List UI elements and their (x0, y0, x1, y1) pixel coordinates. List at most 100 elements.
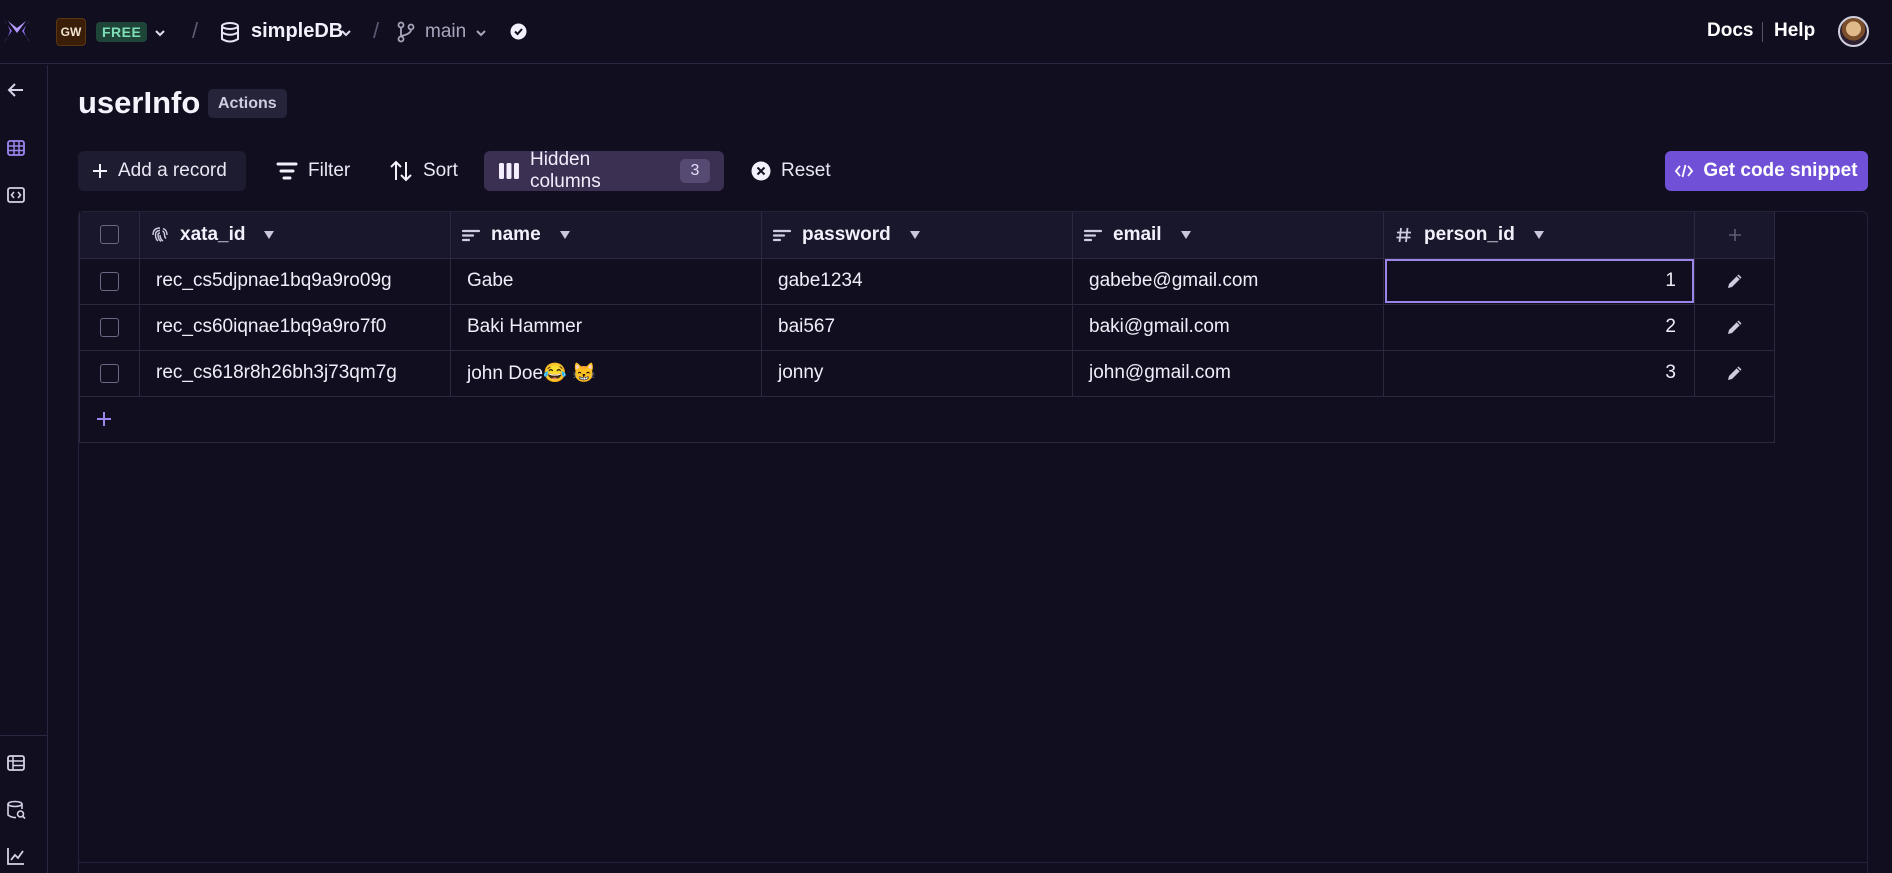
reset-button[interactable]: Reset (737, 151, 845, 191)
cell-email[interactable]: john@gmail.com (1072, 349, 1384, 397)
column-name: person_id (1424, 223, 1515, 245)
row-select-cell[interactable] (79, 257, 140, 305)
filter-icon (276, 162, 298, 180)
row-checkbox[interactable] (100, 363, 119, 383)
hidden-columns-count-badge: 3 (680, 159, 710, 183)
row-edit-cell[interactable] (1694, 257, 1775, 305)
add-row[interactable] (79, 395, 1775, 443)
add-record-button[interactable]: Add a record (78, 151, 246, 191)
schema-icon[interactable] (5, 752, 27, 774)
table-row: rec_cs618r8h26bh3j73qm7g john Doe😂 😸 jon… (79, 349, 1775, 397)
top-bar: GW FREE / simpleDB / main Docs Help (0, 0, 1892, 64)
column-header-name[interactable]: name (450, 212, 762, 259)
sort-button[interactable]: Sort (375, 151, 472, 191)
table-icon[interactable] (5, 137, 27, 159)
cell-name[interactable]: john Doe😂 😸 (450, 349, 762, 397)
sidebar (0, 65, 48, 873)
filter-button[interactable]: Filter (262, 151, 364, 191)
get-code-snippet-button[interactable]: Get code snippet (1665, 151, 1868, 191)
pencil-edit-icon[interactable] (1725, 271, 1745, 291)
cell-person-id-selected[interactable]: 1 (1383, 257, 1695, 305)
column-name: xata_id (180, 223, 246, 245)
table-row: rec_cs5djpnae1bq9a9ro09g Gabe gabe1234 g… (79, 257, 1775, 305)
plus-icon (93, 164, 107, 178)
database-search-icon[interactable] (5, 799, 27, 821)
row-edit-cell[interactable] (1694, 303, 1775, 351)
cell-password[interactable]: gabe1234 (761, 257, 1073, 305)
plan-badge: FREE (96, 22, 148, 42)
caret-down-icon[interactable] (909, 230, 921, 240)
docs-link[interactable]: Docs (1707, 20, 1753, 42)
page-title: userInfo (78, 85, 201, 120)
pencil-edit-icon[interactable] (1725, 363, 1745, 383)
add-record-label: Add a record (118, 160, 227, 181)
row-select-cell[interactable] (79, 349, 140, 397)
pencil-edit-icon[interactable] (1725, 317, 1745, 337)
row-checkbox[interactable] (100, 317, 119, 337)
column-header-xata-id[interactable]: xata_id (139, 212, 451, 259)
code-icon (1675, 164, 1694, 178)
table-header-row: xata_id name password email person_id (79, 212, 1775, 259)
row-edit-cell[interactable] (1694, 349, 1775, 397)
database-icon (221, 22, 239, 43)
hidden-columns-button[interactable]: Hidden columns 3 (484, 149, 724, 192)
chevron-down-icon[interactable] (339, 26, 353, 40)
cell-name[interactable]: Gabe (450, 257, 762, 305)
table-row: rec_cs60iqnae1bq9a9ro7f0 Baki Hammer bai… (79, 303, 1775, 351)
caret-down-icon[interactable] (559, 230, 571, 240)
check-circle-icon (510, 23, 527, 40)
column-header-password[interactable]: password (761, 212, 1073, 259)
grid-scrollbar-track[interactable] (79, 862, 1867, 863)
code-editor-icon[interactable] (5, 184, 27, 206)
cell-email[interactable]: gabebe@gmail.com (1072, 257, 1384, 305)
hidden-columns-label: Hidden columns (529, 149, 601, 192)
cell-person-id[interactable]: 2 (1383, 303, 1695, 351)
caret-down-icon[interactable] (1180, 230, 1192, 240)
workspace-avatar[interactable]: GW (56, 18, 86, 46)
caret-down-icon[interactable] (1533, 230, 1545, 240)
cell-name[interactable]: Baki Hammer (450, 303, 762, 351)
chevron-down-icon[interactable] (153, 26, 167, 40)
reset-label: Reset (781, 160, 831, 181)
cell-xata-id[interactable]: rec_cs618r8h26bh3j73qm7g (139, 349, 451, 397)
text-type-icon (1083, 229, 1103, 241)
branch-selector[interactable]: main (425, 21, 466, 43)
xata-logo-icon[interactable] (2, 16, 32, 46)
column-header-email[interactable]: email (1072, 212, 1384, 259)
chevron-down-icon[interactable] (474, 26, 488, 40)
select-all-cell[interactable] (79, 212, 140, 259)
add-column-plus-icon[interactable] (1728, 228, 1742, 242)
sort-arrows-icon (390, 160, 412, 182)
help-link[interactable]: Help (1774, 20, 1815, 42)
actions-button[interactable]: Actions (208, 89, 287, 118)
breadcrumb-separator: / (192, 18, 199, 43)
chart-icon[interactable] (5, 845, 27, 867)
cell-xata-id[interactable]: rec_cs60iqnae1bq9a9ro7f0 (139, 303, 451, 351)
add-column-cell[interactable] (1694, 212, 1775, 259)
close-circle-icon (751, 161, 771, 181)
back-arrow-icon[interactable] (5, 79, 27, 101)
row-select-cell[interactable] (79, 303, 140, 351)
cell-email[interactable]: baki@gmail.com (1072, 303, 1384, 351)
add-row-cell[interactable] (79, 395, 1775, 443)
row-checkbox[interactable] (100, 271, 119, 291)
hash-icon (1396, 227, 1411, 242)
text-type-icon (461, 229, 481, 241)
get-code-snippet-label: Get code snippet (1703, 160, 1858, 181)
cell-password[interactable]: bai567 (761, 303, 1073, 351)
select-all-checkbox[interactable] (100, 225, 119, 245)
column-name: email (1113, 223, 1162, 245)
cell-xata-id[interactable]: rec_cs5djpnae1bq9a9ro09g (139, 257, 451, 305)
user-avatar[interactable] (1838, 16, 1869, 47)
column-name: name (491, 223, 541, 245)
git-branch-icon (397, 21, 415, 43)
database-selector[interactable]: simpleDB (251, 20, 343, 43)
column-header-person-id[interactable]: person_id (1383, 212, 1695, 259)
add-row-plus-icon[interactable] (95, 410, 113, 428)
caret-down-icon[interactable] (263, 230, 275, 240)
cell-password[interactable]: jonny (761, 349, 1073, 397)
cell-person-id[interactable]: 3 (1383, 349, 1695, 397)
divider (0, 735, 48, 736)
text-type-icon (772, 229, 792, 241)
fingerprint-icon (152, 227, 168, 242)
